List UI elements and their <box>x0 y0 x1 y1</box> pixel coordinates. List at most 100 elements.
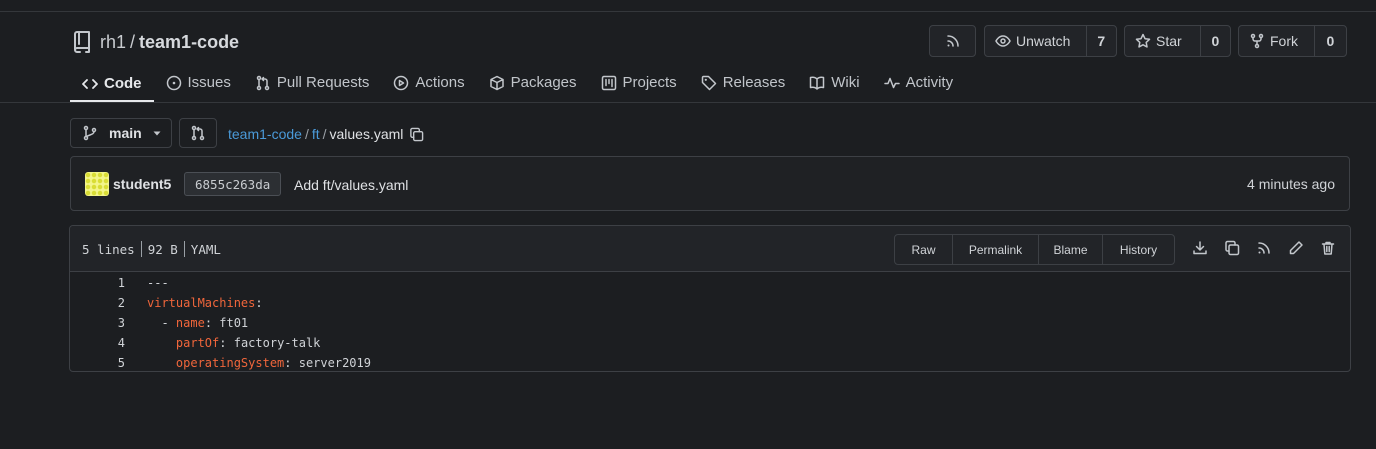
line-number[interactable]: 5 <box>70 356 125 370</box>
yaml-value: : factory-talk <box>219 336 321 350</box>
avatar[interactable] <box>85 172 109 196</box>
caret-down-icon <box>152 128 162 138</box>
file-button-group: Raw Permalink Blame History <box>894 234 1175 265</box>
pull-request-icon <box>255 75 277 91</box>
compare-button[interactable] <box>179 118 217 148</box>
copy-icon[interactable] <box>1216 240 1248 256</box>
tab-label: Releases <box>722 74 786 91</box>
commit-sha-link[interactable]: 6855c263da <box>184 172 282 196</box>
commit-message[interactable]: Add ft/values.yaml <box>294 177 408 193</box>
tab-actions[interactable]: Actions <box>381 66 476 99</box>
issue-icon <box>166 75 188 91</box>
line-content: partOf: factory-talk <box>147 336 321 350</box>
yaml-key: virtualMachines <box>147 296 256 310</box>
yaml-value: --- <box>147 276 169 290</box>
tab-label: Actions <box>415 74 465 91</box>
tab-issues[interactable]: Issues <box>154 66 243 99</box>
tab-code[interactable]: Code <box>70 66 154 103</box>
breadcrumb-file: values.yaml <box>329 126 404 142</box>
star-icon <box>1135 33 1156 49</box>
copy-path-icon[interactable] <box>409 127 424 142</box>
yaml-key: partOf <box>175 336 220 350</box>
tab-packages[interactable]: Packages <box>477 66 589 99</box>
branch-selector[interactable]: main <box>70 118 172 148</box>
rss-icon[interactable] <box>1248 240 1280 256</box>
breadcrumb-separator: / <box>322 126 327 142</box>
history-button[interactable]: History <box>1102 235 1174 264</box>
file-actions <box>1184 240 1344 256</box>
file-size: 92 B <box>147 241 178 257</box>
repo-icon <box>72 30 92 54</box>
watch-count[interactable]: 7 <box>1085 26 1116 56</box>
yaml-value: : server2019 <box>284 356 371 370</box>
repo-owner-link[interactable]: rh1 <box>100 32 126 53</box>
branch-name: main <box>109 125 142 141</box>
rss-icon <box>945 33 961 49</box>
code-line: 2 virtualMachines: <box>70 293 1350 313</box>
info-divider <box>140 241 142 257</box>
tab-label: Projects <box>622 74 677 91</box>
repo-name-link[interactable]: team1-code <box>139 32 239 53</box>
project-icon <box>601 75 623 91</box>
tab-wiki[interactable]: Wiki <box>797 66 871 99</box>
yaml-value: : ft01 <box>204 316 249 330</box>
pull-request-icon <box>190 125 206 141</box>
unwatch-button[interactable]: Unwatch <box>985 26 1086 56</box>
commit-author-link[interactable]: student5 <box>113 176 171 192</box>
tab-projects[interactable]: Projects <box>589 66 689 99</box>
code-view: 1 --- 2 virtualMachines: 3 - name: ft01 … <box>70 273 1350 371</box>
line-number[interactable]: 4 <box>70 336 125 350</box>
commit-time: 4 minutes ago <box>1247 176 1335 192</box>
rss-button[interactable] <box>929 25 976 57</box>
fork-button-group: Fork 0 <box>1238 25 1347 57</box>
fork-count[interactable]: 0 <box>1313 26 1346 56</box>
code-line: 1 --- <box>70 273 1350 293</box>
code-indent: - <box>147 316 176 330</box>
fork-icon <box>1249 33 1270 49</box>
book-icon <box>809 75 831 91</box>
watch-button-group: Unwatch 7 <box>984 25 1117 57</box>
file-info: 5 lines 92 B YAML <box>82 241 221 257</box>
file-header: 5 lines 92 B YAML Raw Permalink Blame Hi… <box>70 226 1350 272</box>
fork-button[interactable]: Fork <box>1239 26 1314 56</box>
breadcrumb: team1-code / ft / values.yaml <box>228 124 424 144</box>
code-icon <box>82 76 104 92</box>
unwatch-label: Unwatch <box>1016 33 1071 49</box>
breadcrumb-dir-link[interactable]: ft <box>312 126 320 142</box>
line-content: - name: ft01 <box>147 316 248 330</box>
tab-activity[interactable]: Activity <box>872 66 966 99</box>
file-viewer: 5 lines 92 B YAML Raw Permalink Blame Hi… <box>69 225 1351 372</box>
package-icon <box>489 75 511 91</box>
eye-icon <box>995 33 1016 49</box>
star-button-group: Star 0 <box>1124 25 1231 57</box>
line-content: operatingSystem: server2019 <box>147 356 371 370</box>
line-content: --- <box>147 276 169 290</box>
line-number[interactable]: 3 <box>70 316 125 330</box>
file-type: YAML <box>190 241 221 257</box>
star-count[interactable]: 0 <box>1199 26 1230 56</box>
line-number[interactable]: 2 <box>70 296 125 310</box>
latest-commit-box: student5 6855c263da Add ft/values.yaml 4… <box>70 156 1350 211</box>
yaml-key: operatingSystem <box>175 356 285 370</box>
star-button[interactable]: Star <box>1125 26 1200 56</box>
breadcrumb-repo-link[interactable]: team1-code <box>228 126 302 142</box>
yaml-value: : <box>255 296 263 310</box>
repo-title: rh1 / team1-code <box>72 28 239 56</box>
tab-pull-requests[interactable]: Pull Requests <box>243 66 382 99</box>
blame-button[interactable]: Blame <box>1038 235 1102 264</box>
code-line: 3 - name: ft01 <box>70 313 1350 333</box>
raw-button[interactable]: Raw <box>895 235 952 264</box>
trash-icon[interactable] <box>1312 240 1344 256</box>
tab-label: Wiki <box>831 74 860 91</box>
line-content: virtualMachines: <box>147 296 263 310</box>
download-icon[interactable] <box>1184 240 1216 256</box>
tab-releases[interactable]: Releases <box>689 66 798 99</box>
branch-icon <box>83 125 97 141</box>
code-line: 5 operatingSystem: server2019 <box>70 353 1350 371</box>
edit-icon[interactable] <box>1280 240 1312 256</box>
line-number[interactable]: 1 <box>70 276 125 290</box>
tab-label: Code <box>104 75 142 92</box>
yaml-key: name <box>175 316 205 330</box>
permalink-button[interactable]: Permalink <box>952 235 1038 264</box>
